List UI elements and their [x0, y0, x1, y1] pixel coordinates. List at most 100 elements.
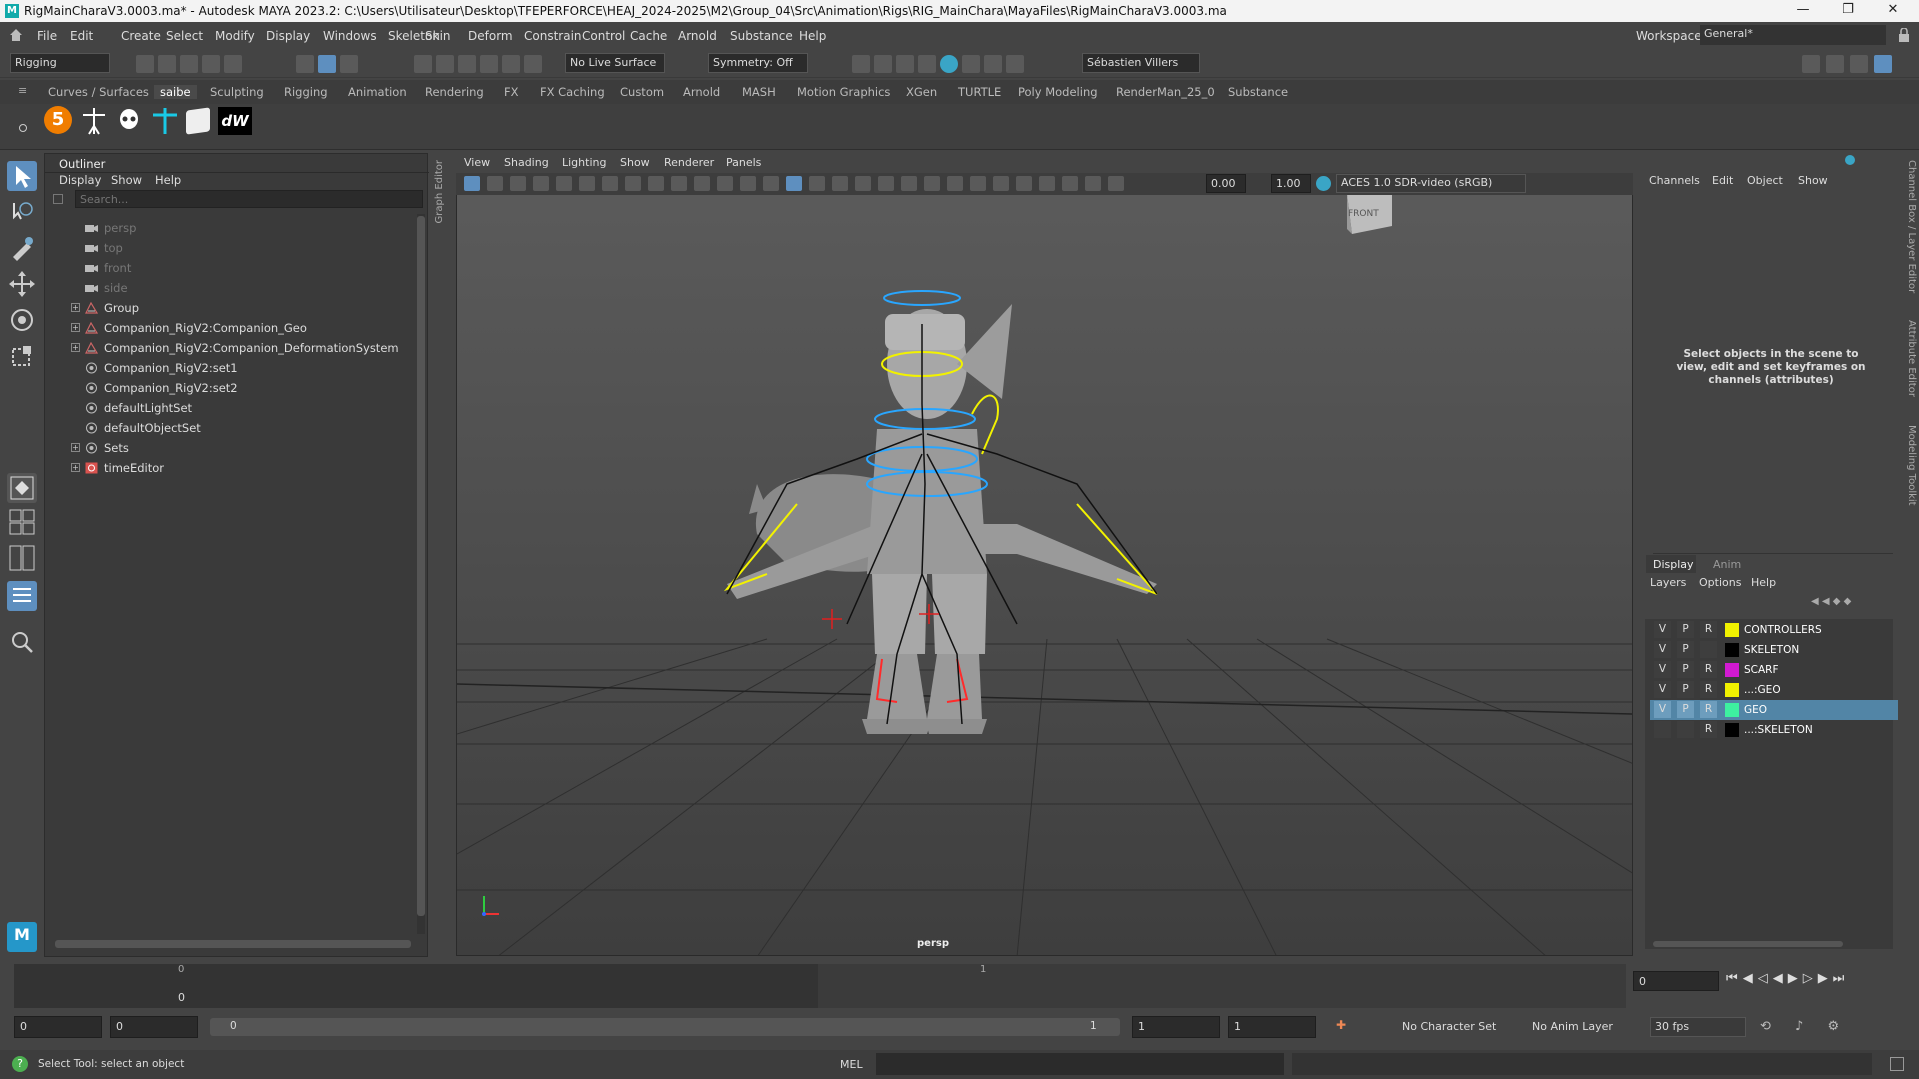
channel-box-icon[interactable] [1874, 55, 1892, 73]
character-set-select[interactable]: No Character Set [1402, 1020, 1496, 1033]
maximize-button[interactable]: ❐ [1833, 2, 1863, 20]
wireframe-icon[interactable] [763, 176, 779, 191]
shelf-dw-icon[interactable]: dW [218, 107, 252, 135]
outliner-item[interactable]: + Group [45, 298, 415, 318]
layer-color-swatch[interactable] [1725, 703, 1739, 717]
menu-select[interactable]: Select [166, 29, 203, 43]
menu-set-select[interactable]: Rigging [10, 53, 110, 73]
bookmark-icon[interactable] [510, 176, 526, 191]
depth-of-field-icon[interactable] [970, 176, 986, 191]
rotate-tool-icon[interactable] [7, 305, 37, 335]
layer-playback-toggle[interactable]: P [1677, 621, 1694, 638]
select-tool-icon[interactable] [7, 161, 37, 191]
layer-color-swatch[interactable] [1725, 643, 1739, 657]
shelf-tab-rigging[interactable]: Rigging [284, 85, 328, 99]
home-icon[interactable] [8, 28, 24, 42]
shelf-tab-motion-graphics[interactable]: Motion Graphics [797, 85, 890, 99]
menu-control[interactable]: Control [582, 29, 625, 43]
shelf-cube-icon[interactable] [186, 107, 210, 135]
layer-row[interactable]: V P SKELETON [1650, 640, 1898, 660]
gamma-icon[interactable] [1108, 176, 1124, 191]
xray-joints-icon[interactable] [1039, 176, 1055, 191]
paint-select-tool-icon[interactable] [7, 233, 37, 263]
outliner-filter-icon[interactable] [53, 194, 63, 204]
shelf-tab-fx[interactable]: FX [504, 85, 519, 99]
shelf-tab-animation[interactable]: Animation [348, 85, 407, 99]
lights-icon[interactable] [855, 176, 871, 191]
menu-deform[interactable]: Deform [468, 29, 513, 43]
camera-attributes-icon[interactable] [487, 176, 503, 191]
select-hierarchy-icon[interactable] [296, 55, 314, 73]
select-component-icon[interactable] [340, 55, 358, 73]
animation-end-field[interactable]: 1 [1228, 1016, 1316, 1038]
outliner-vertical-scrollbar[interactable] [417, 214, 425, 934]
shelf-tab-renderman-25-0[interactable]: RenderMan_25_0 [1116, 85, 1215, 99]
outliner-horizontal-scrollbar[interactable] [55, 940, 411, 948]
antialias-icon[interactable] [947, 176, 963, 191]
shelf-tab-sculpting[interactable]: Sculpting [210, 85, 264, 99]
exposure-icon[interactable] [1085, 176, 1101, 191]
layer-visibility-toggle[interactable]: V [1654, 681, 1671, 698]
textured-icon[interactable] [832, 176, 848, 191]
new-scene-icon[interactable] [136, 55, 154, 73]
layer-row[interactable]: V P R GEO [1650, 700, 1898, 720]
playback-start-field[interactable]: 0 [110, 1016, 198, 1038]
outliner-item[interactable]: defaultLightSet [45, 398, 415, 418]
shelf-tab-mash[interactable]: MASH [742, 85, 776, 99]
live-surface-field[interactable]: No Live Surface [565, 53, 665, 73]
layer-reference-toggle[interactable]: R [1700, 681, 1717, 698]
expand-icon[interactable]: + [71, 443, 80, 452]
save-scene-icon[interactable] [180, 55, 198, 73]
snap-surface-icon[interactable] [502, 55, 520, 73]
menu-create[interactable]: Create [121, 29, 161, 43]
layer-visibility-toggle[interactable]: V [1654, 641, 1671, 658]
motion-blur-icon[interactable] [924, 176, 940, 191]
menu-cache[interactable]: Cache [630, 29, 667, 43]
exposure-field[interactable]: 0.00 [1206, 174, 1246, 193]
lasso-tool-icon[interactable] [7, 197, 37, 227]
outliner-search-input[interactable] [75, 190, 423, 208]
outliner-item[interactable]: persp [45, 218, 415, 238]
colorspace-select[interactable]: ACES 1.0 SDR-video (sRGB) [1336, 174, 1526, 193]
shelf-settings-icon[interactable] [18, 122, 28, 132]
graph-editor-tab[interactable]: Graph Editor [434, 160, 445, 223]
shadows-icon[interactable] [878, 176, 894, 191]
outliner-menu-help[interactable]: Help [155, 173, 181, 187]
safe-action-icon[interactable] [717, 176, 733, 191]
layer-color-swatch[interactable] [1725, 663, 1739, 677]
expand-icon[interactable]: + [71, 323, 80, 332]
attribute-editor-tab[interactable]: Attribute Editor [1906, 320, 1917, 397]
layer-tab-display[interactable]: Display [1653, 558, 1694, 571]
menu-windows[interactable]: Windows [323, 29, 377, 43]
menu-constrain[interactable]: Constrain [524, 29, 582, 43]
open-scene-icon[interactable] [158, 55, 176, 73]
redo-icon[interactable] [224, 55, 242, 73]
select-object-icon[interactable] [318, 55, 336, 73]
layer-tab-anim[interactable]: Anim [1713, 558, 1741, 571]
layers-menu[interactable]: Layers [1650, 576, 1686, 589]
layer-reference-toggle[interactable] [1700, 641, 1717, 658]
script-editor-icon[interactable] [1890, 1057, 1904, 1071]
expand-icon[interactable]: + [71, 343, 80, 352]
anim-layer-select[interactable]: No Anim Layer [1532, 1020, 1613, 1033]
single-view-layout-icon[interactable] [7, 473, 37, 503]
image-plane-icon[interactable] [533, 176, 549, 191]
channelbox-option-icon[interactable] [1843, 153, 1857, 167]
outliner-layout-icon[interactable] [7, 581, 37, 611]
close-button[interactable]: ✕ [1878, 2, 1908, 20]
shelf-tab-curves-surfaces[interactable]: Curves / Surfaces [48, 85, 149, 99]
viewport-menu-panels[interactable]: Panels [726, 156, 761, 169]
snap-grid-icon[interactable] [414, 55, 432, 73]
layer-visibility-toggle[interactable]: V [1654, 661, 1671, 678]
viewport-menu-shading[interactable]: Shading [504, 156, 549, 169]
viewport-menu-view[interactable]: View [464, 156, 490, 169]
undo-icon[interactable] [202, 55, 220, 73]
layer-order-buttons[interactable]: ◀ ◀ ◆ ◆ [1811, 596, 1891, 608]
outliner-item[interactable]: Companion_RigV2:set2 [45, 378, 415, 398]
outliner-item[interactable]: side [45, 278, 415, 298]
snap-curve-icon[interactable] [436, 55, 454, 73]
select-camera-icon[interactable] [464, 176, 480, 191]
layer-color-swatch[interactable] [1725, 683, 1739, 697]
current-frame-field[interactable]: 0 [1633, 971, 1719, 991]
menu-modify[interactable]: Modify [215, 29, 255, 43]
